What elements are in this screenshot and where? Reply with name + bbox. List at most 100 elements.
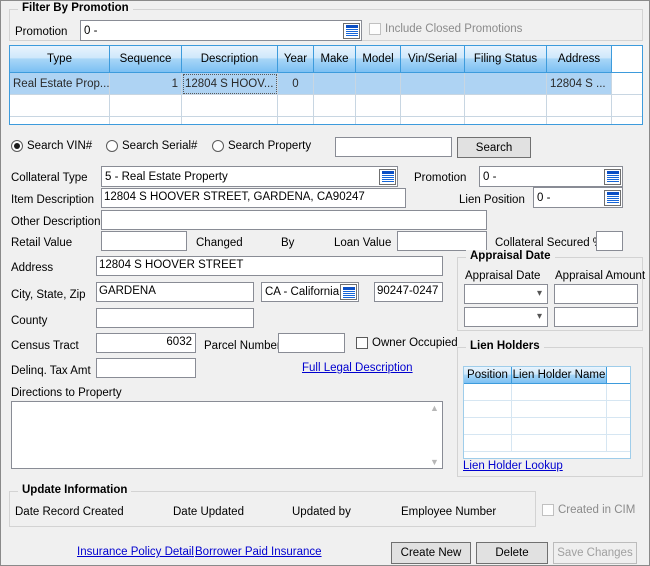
cell-empty[interactable] — [110, 95, 182, 117]
cell-filing-status[interactable] — [465, 73, 547, 95]
lien-cell-position[interactable] — [464, 418, 512, 435]
lien-cell-name[interactable] — [512, 401, 607, 418]
owner-occupied-checkbox[interactable]: Owner Occupied — [356, 337, 458, 349]
city-input[interactable]: GARDENA — [96, 282, 254, 302]
zip-input[interactable]: 90247-0247 — [374, 282, 443, 302]
cell-empty[interactable] — [110, 117, 182, 124]
lien-cell-position[interactable] — [464, 384, 512, 401]
cell-empty[interactable] — [401, 95, 465, 117]
state-lookup[interactable]: CA - California — [261, 282, 359, 302]
full-legal-description-link[interactable]: Full Legal Description — [302, 362, 413, 374]
search-button[interactable]: Search — [457, 137, 531, 158]
cell-type[interactable]: Real Estate Prop... — [10, 73, 110, 95]
lien-cell-name[interactable] — [512, 384, 607, 401]
cell-empty[interactable] — [10, 117, 110, 124]
cell-empty[interactable] — [465, 117, 547, 124]
cell-empty[interactable] — [278, 117, 314, 124]
lien-header-name[interactable]: Lien Holder Name — [512, 367, 607, 384]
radio-search-serial[interactable]: Search Serial# — [106, 140, 197, 152]
delinq-tax-input[interactable] — [96, 358, 196, 378]
appraisal-date-combo-1[interactable]: ▾ — [464, 284, 548, 304]
lien-header-position[interactable]: Position — [464, 367, 512, 384]
create-new-button[interactable]: Create New — [391, 542, 471, 564]
lien-holders-grid[interactable]: Position Lien Holder Name — [463, 366, 631, 459]
grid-header-filing-status[interactable]: Filing Status — [465, 46, 547, 73]
cell-empty[interactable] — [356, 117, 401, 124]
list-item[interactable] — [464, 418, 630, 435]
cell-empty[interactable] — [547, 117, 612, 124]
lookup-list-icon[interactable] — [379, 168, 396, 185]
cell-empty[interactable] — [278, 95, 314, 117]
cell-empty[interactable] — [465, 95, 547, 117]
lookup-list-icon[interactable] — [343, 22, 360, 39]
lien-cell-name[interactable] — [512, 435, 607, 452]
cell-empty[interactable] — [182, 117, 278, 124]
grid-header-make[interactable]: Make — [314, 46, 356, 73]
directions-to-property-input[interactable] — [11, 401, 443, 469]
lien-holder-lookup-link[interactable]: Lien Holder Lookup — [463, 460, 563, 472]
lien-cell-filler[interactable] — [607, 401, 630, 418]
detail-promotion-lookup[interactable]: 0 - — [479, 166, 623, 187]
borrower-paid-insurance-link[interactable]: Borrower Paid Insurance — [195, 546, 322, 558]
cell-empty[interactable] — [401, 117, 465, 124]
cell-empty[interactable] — [612, 95, 642, 117]
table-row[interactable]: Real Estate Prop... 1 12804 S HOOV... 0 … — [10, 73, 642, 95]
cell-empty[interactable] — [356, 95, 401, 117]
grid-header-vin-serial[interactable]: Vin/Serial — [401, 46, 465, 73]
county-input[interactable] — [96, 308, 254, 328]
table-row-empty[interactable] — [10, 95, 642, 117]
lien-cell-filler[interactable] — [607, 384, 630, 401]
lookup-list-icon[interactable] — [604, 168, 621, 185]
appraisal-date-combo-2[interactable]: ▾ — [464, 307, 548, 327]
retail-value-input[interactable] — [101, 231, 187, 251]
list-item[interactable] — [464, 384, 630, 401]
delete-button[interactable]: Delete — [476, 542, 548, 564]
include-closed-promotions-checkbox[interactable]: Include Closed Promotions — [369, 23, 522, 35]
census-tract-input[interactable]: 6032 — [96, 333, 196, 353]
lien-cell-position[interactable] — [464, 435, 512, 452]
collateral-type-lookup[interactable]: 5 - Real Estate Property — [101, 166, 398, 187]
grid-header-type[interactable]: Type — [10, 46, 110, 73]
cell-empty[interactable] — [314, 95, 356, 117]
lien-cell-filler[interactable] — [607, 418, 630, 435]
cell-address[interactable]: 12804 S ... — [547, 73, 612, 95]
lien-cell-position[interactable] — [464, 401, 512, 418]
cell-vin-serial[interactable] — [401, 73, 465, 95]
other-description-input[interactable] — [101, 210, 487, 230]
lien-cell-name[interactable] — [512, 418, 607, 435]
cell-description[interactable]: 12804 S HOOV... — [182, 73, 278, 95]
lien-cell-filler[interactable] — [607, 435, 630, 452]
chevron-down-icon[interactable]: ▾ — [532, 289, 547, 299]
address-input[interactable]: 12804 S HOOVER STREET — [96, 256, 443, 276]
grid-header-year[interactable]: Year — [278, 46, 314, 73]
search-input[interactable] — [335, 137, 452, 157]
appraisal-amount-input-2[interactable] — [554, 307, 638, 327]
cell-empty[interactable] — [547, 95, 612, 117]
item-description-input[interactable]: 12804 S HOOVER STREET, GARDENA, CA90247 — [101, 188, 406, 208]
grid-header-description[interactable]: Description — [182, 46, 278, 73]
lookup-list-icon[interactable] — [604, 189, 621, 206]
created-in-cim-checkbox[interactable]: Created in CIM — [542, 504, 635, 516]
collateral-grid[interactable]: Type Sequence Description Year Make Mode… — [9, 45, 643, 125]
chevron-down-icon[interactable]: ▾ — [532, 312, 547, 322]
cell-model[interactable] — [356, 73, 401, 95]
appraisal-amount-input-1[interactable] — [554, 284, 638, 304]
lookup-list-icon[interactable] — [340, 284, 357, 300]
list-item[interactable] — [464, 401, 630, 418]
grid-header-model[interactable]: Model — [356, 46, 401, 73]
cell-year[interactable]: 0 — [278, 73, 314, 95]
cell-empty[interactable] — [314, 117, 356, 124]
radio-search-vin[interactable]: Search VIN# — [11, 140, 92, 152]
promotion-filter-lookup[interactable]: 0 - — [80, 20, 362, 41]
cell-make[interactable] — [314, 73, 356, 95]
grid-header-sequence[interactable]: Sequence — [110, 46, 182, 73]
list-item[interactable] — [464, 435, 630, 452]
table-row-empty[interactable] — [10, 117, 642, 124]
grid-header-address[interactable]: Address — [547, 46, 612, 73]
cell-sequence[interactable]: 1 — [110, 73, 182, 95]
parcel-number-input[interactable] — [278, 333, 345, 353]
cell-empty[interactable] — [612, 117, 642, 124]
radio-search-property[interactable]: Search Property — [212, 140, 311, 152]
cell-empty[interactable] — [182, 95, 278, 117]
cell-empty[interactable] — [10, 95, 110, 117]
